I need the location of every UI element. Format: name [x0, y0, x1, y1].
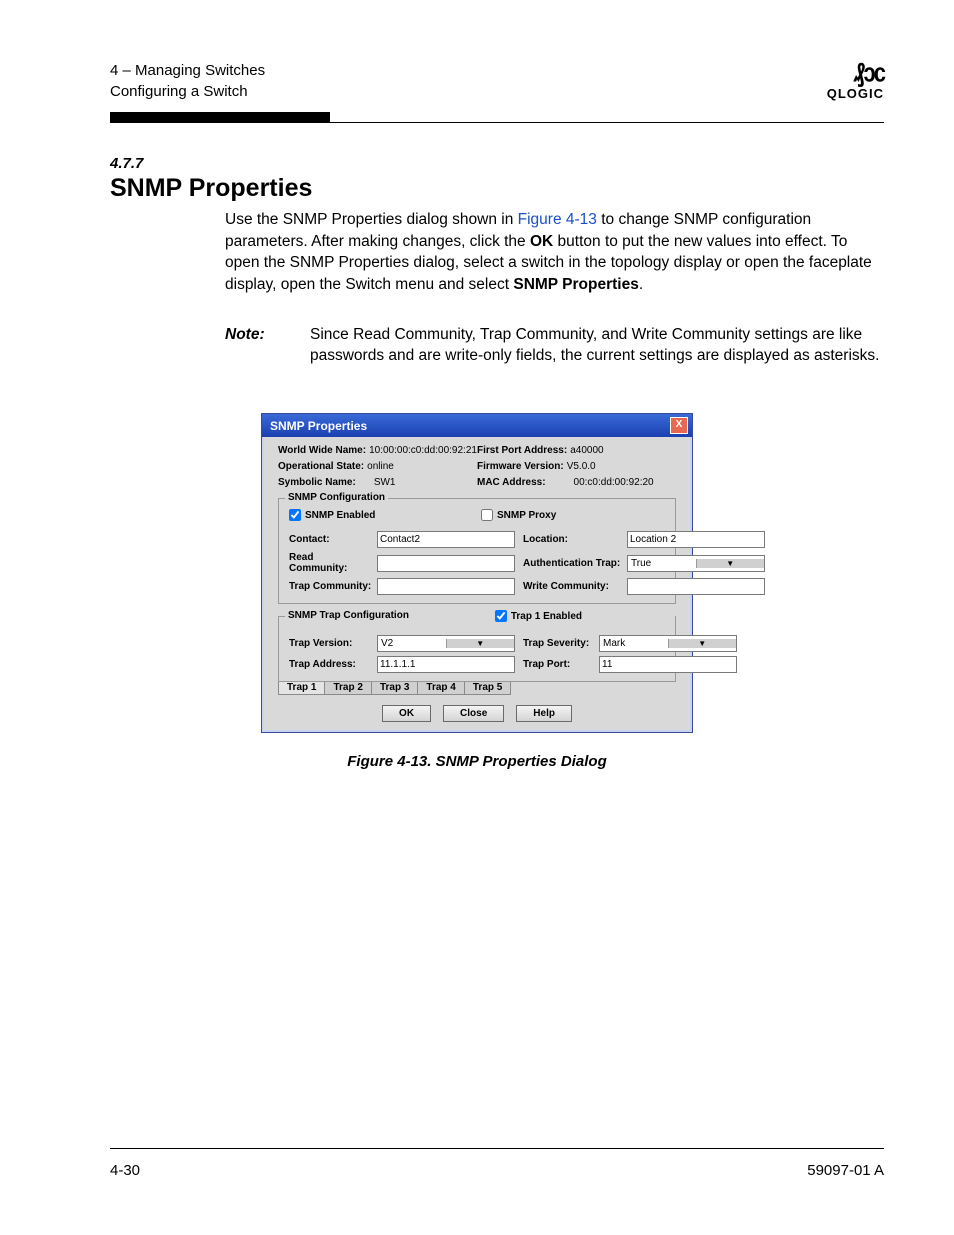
note-block: Note: Since Read Community, Trap Communi… — [225, 324, 884, 367]
note-label: Note: — [225, 324, 310, 367]
figure-link[interactable]: Figure 4-13 — [518, 211, 597, 228]
snmp-properties-dialog: SNMP Properties X World Wide Name:10:00:… — [261, 413, 693, 733]
chevron-down-icon: ▼ — [696, 559, 765, 568]
snmp-enabled-checkbox[interactable]: SNMP Enabled — [289, 509, 473, 521]
header-line-1: 4 – Managing Switches — [110, 60, 265, 81]
doc-number: 59097-01 A — [807, 1162, 884, 1179]
header-thin-rule — [110, 122, 884, 123]
ok-button[interactable]: OK — [382, 705, 431, 722]
page-number: 4-30 — [110, 1162, 140, 1179]
close-icon[interactable]: X — [670, 417, 688, 434]
page-footer: 4-30 59097-01 A — [70, 1162, 884, 1179]
dialog-title: SNMP Properties — [270, 419, 367, 433]
sym-name-value: SW1 — [374, 477, 396, 488]
header-line-2: Configuring a Switch — [110, 81, 265, 102]
snmp-trap-group: SNMP Trap Configuration Trap 1 Enabled T… — [278, 616, 676, 682]
read-community-input[interactable] — [377, 555, 515, 572]
contact-input[interactable] — [377, 531, 515, 548]
first-port-value: a40000 — [570, 445, 603, 456]
tab-trap-2[interactable]: Trap 2 — [324, 681, 371, 695]
footer-rule — [110, 1148, 884, 1149]
mac-value: 00:c0:dd:00:92:20 — [574, 477, 654, 488]
snmp-trap-title: SNMP Trap Configuration — [288, 610, 409, 622]
help-button[interactable]: Help — [516, 705, 572, 722]
trap-port-input[interactable] — [599, 656, 737, 673]
write-community-input[interactable] — [627, 578, 765, 595]
chevron-down-icon: ▼ — [668, 639, 737, 648]
note-text: Since Read Community, Trap Community, an… — [310, 324, 884, 367]
op-state-value: online — [367, 461, 394, 472]
dialog-titlebar[interactable]: SNMP Properties X — [262, 414, 692, 437]
trap-version-dropdown[interactable]: V2▼ — [377, 635, 515, 652]
trap-tabs: Trap 1 Trap 2 Trap 3 Trap 4 Trap 5 — [278, 681, 676, 695]
trap-community-input[interactable] — [377, 578, 515, 595]
snmp-proxy-checkbox[interactable]: SNMP Proxy — [481, 509, 665, 521]
page-header: 4 – Managing Switches Configuring a Swit… — [110, 60, 265, 102]
tab-trap-5[interactable]: Trap 5 — [464, 681, 511, 695]
section-title: SNMP Properties — [110, 174, 884, 203]
trap1-enabled-checkbox[interactable]: Trap 1 Enabled — [495, 610, 582, 622]
fw-value: V5.0.0 — [567, 461, 596, 472]
tab-trap-3[interactable]: Trap 3 — [371, 681, 418, 695]
wwn-value: 10:00:00:c0:dd:00:92:21 — [369, 445, 477, 456]
location-input[interactable] — [627, 531, 765, 548]
info-grid: World Wide Name:10:00:00:c0:dd:00:92:21 … — [278, 445, 676, 488]
tab-trap-4[interactable]: Trap 4 — [417, 681, 464, 695]
section-number: 4.7.7 — [110, 155, 884, 172]
close-button[interactable]: Close — [443, 705, 504, 722]
brand-logo: ₰ɔc QLOGIC — [827, 60, 884, 101]
chevron-down-icon: ▼ — [446, 639, 515, 648]
trap-address-input[interactable] — [377, 656, 515, 673]
snmp-config-group: SNMP Configuration SNMP Enabled SNMP Pro… — [278, 498, 676, 604]
snmp-config-title: SNMP Configuration — [285, 492, 388, 503]
auth-trap-dropdown[interactable]: True▼ — [627, 555, 765, 572]
logo-icon: ₰ɔc — [853, 57, 884, 88]
trap-severity-dropdown[interactable]: Mark▼ — [599, 635, 737, 652]
body-paragraph: Use the SNMP Properties dialog shown in … — [225, 209, 884, 296]
tab-trap-1[interactable]: Trap 1 — [278, 681, 325, 695]
header-thick-rule — [110, 112, 330, 122]
figure-caption: Figure 4-13. SNMP Properties Dialog — [70, 753, 884, 770]
